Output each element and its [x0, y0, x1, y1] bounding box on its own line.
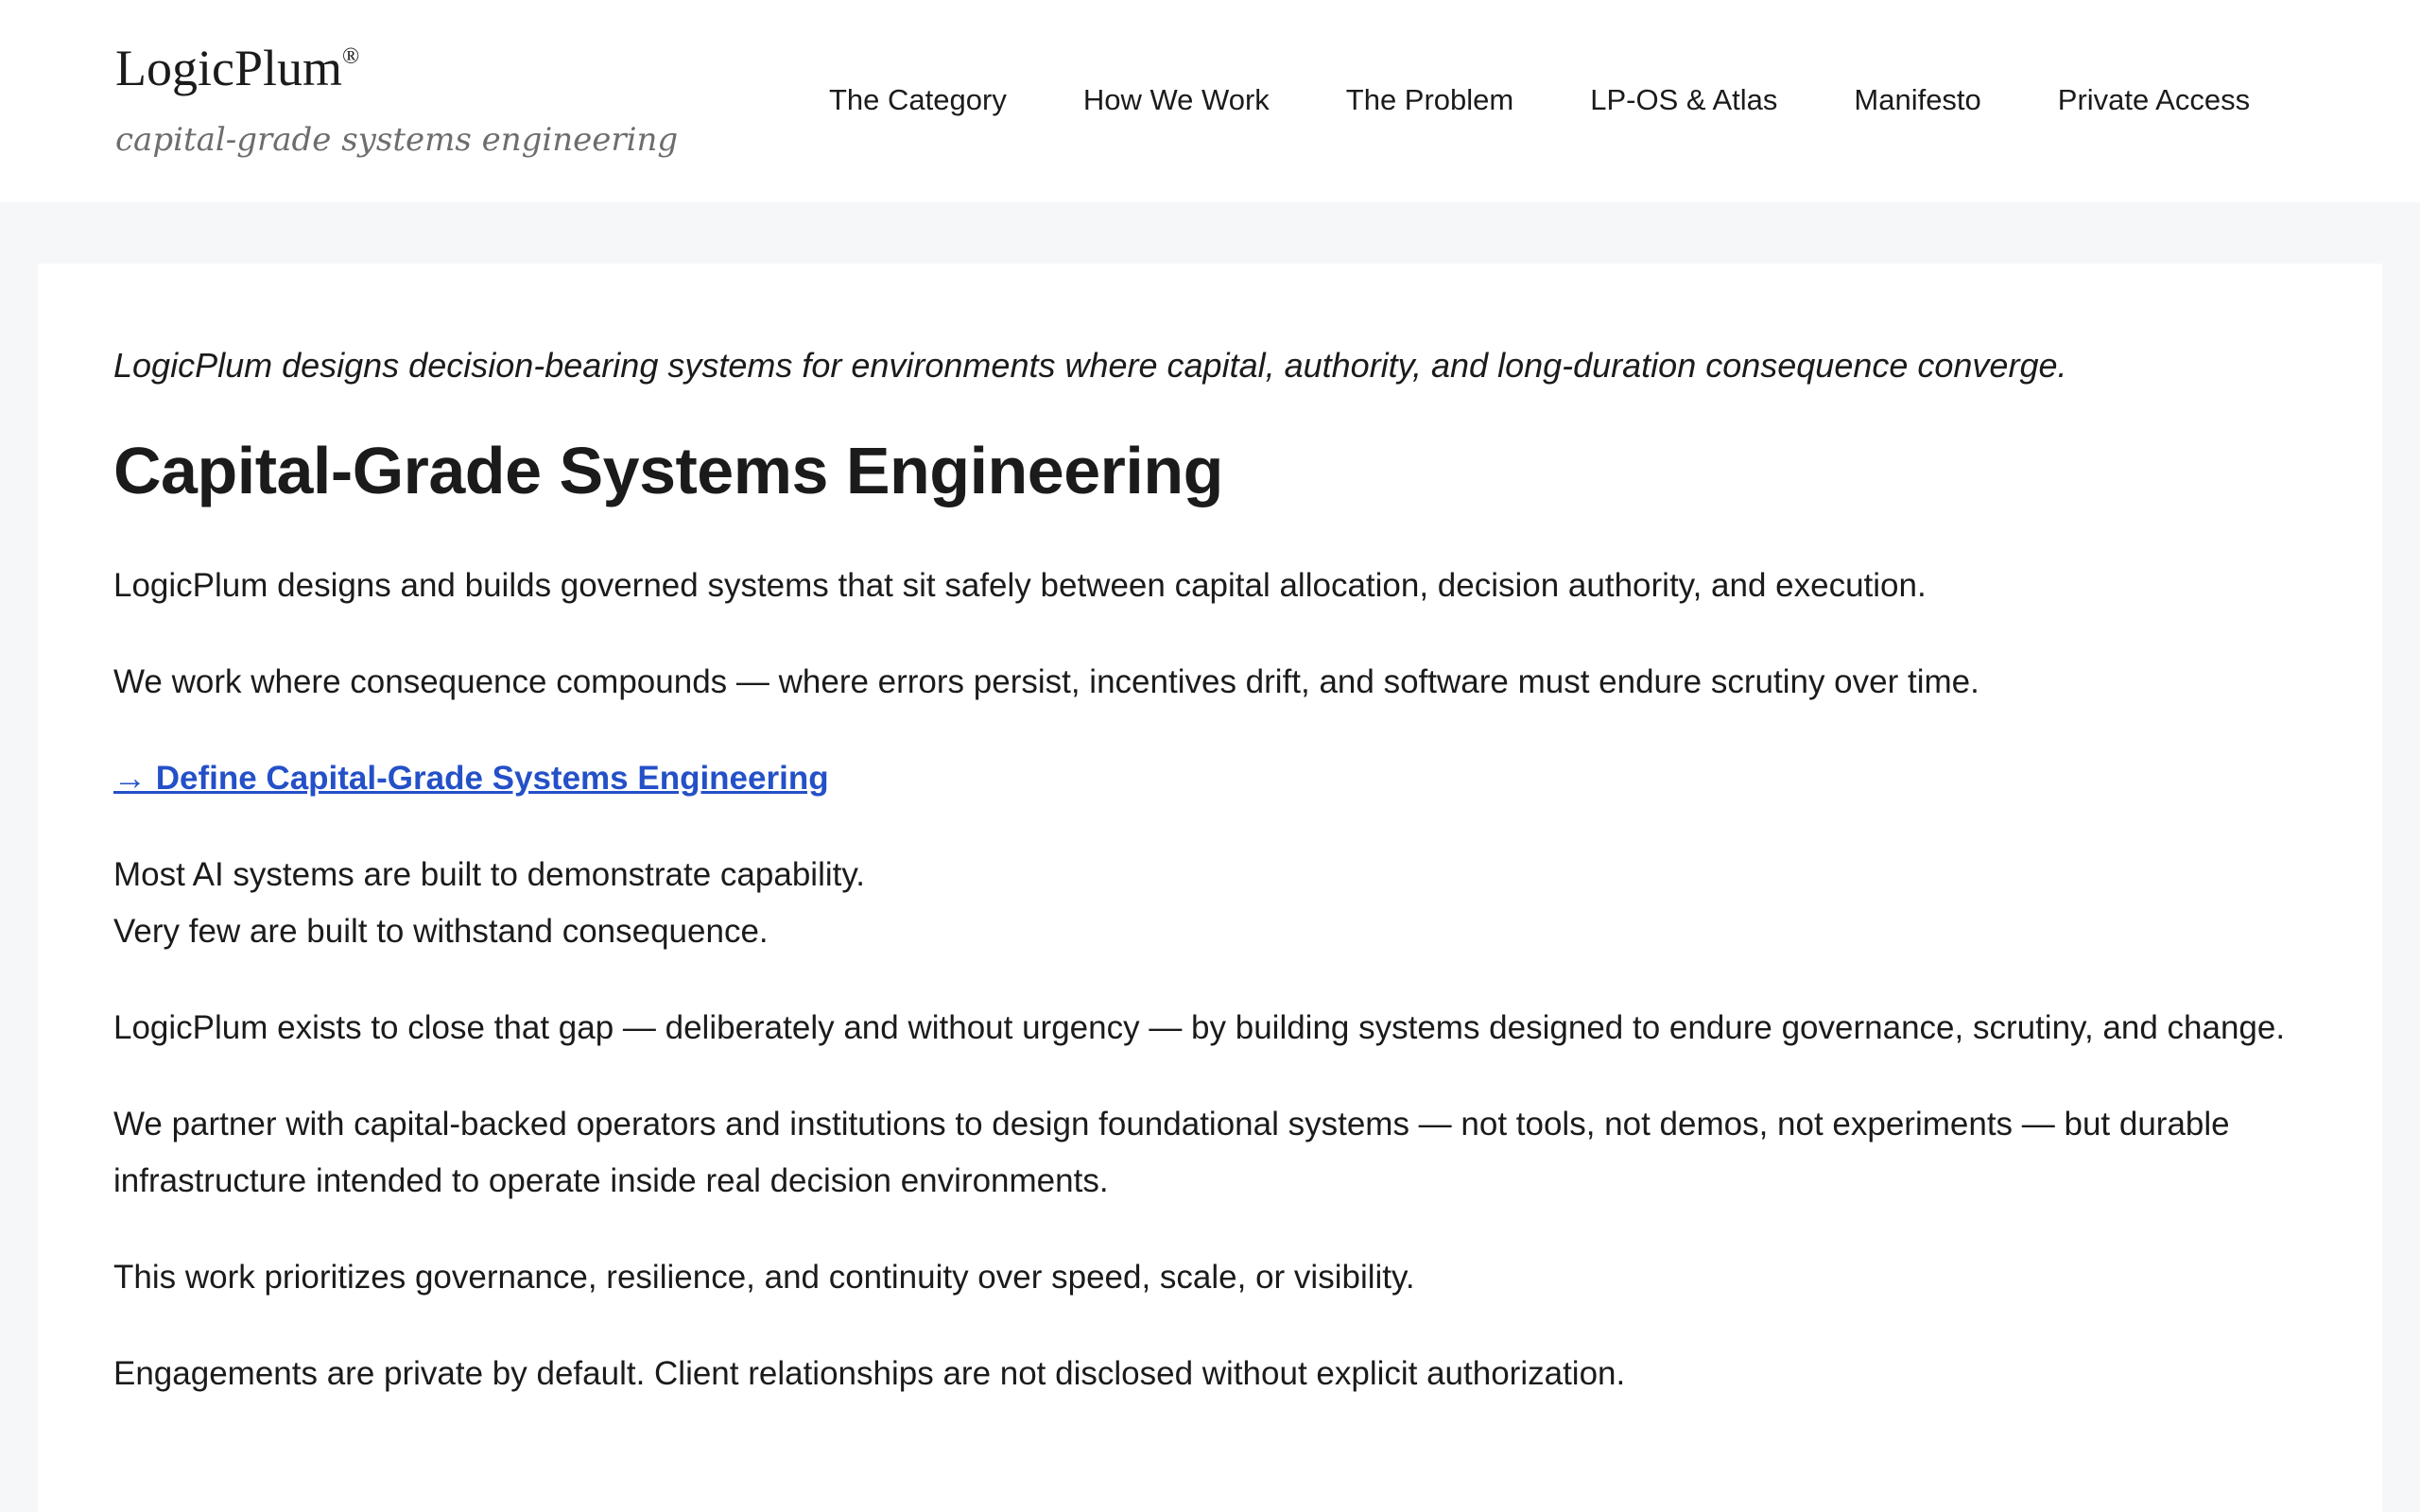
capability-line-2: Very few are built to withstand conseque…	[113, 913, 769, 950]
nav-item-how-we-work[interactable]: How We Work	[1083, 77, 1270, 123]
logo[interactable]: LogicPlum®	[115, 25, 678, 104]
registered-mark: ®	[342, 44, 360, 69]
nav-item-private-access[interactable]: Private Access	[2058, 77, 2250, 123]
nav-item-the-category[interactable]: The Category	[829, 77, 1007, 123]
capability-line-1: Most AI systems are built to demonstrate…	[113, 856, 865, 893]
brand[interactable]: LogicPlum® capital-grade systems enginee…	[115, 25, 678, 159]
site-header: LogicPlum® capital-grade systems enginee…	[0, 0, 2420, 202]
site-tagline: capital-grade systems engineering	[115, 121, 679, 159]
nav-item-manifesto[interactable]: Manifesto	[1854, 77, 1980, 123]
logo-text: LogicPlum	[115, 40, 342, 96]
paragraph-governed-systems: LogicPlum designs and builds governed sy…	[113, 567, 1927, 604]
paragraph-close-gap: LogicPlum exists to close that gap — del…	[113, 1009, 2286, 1046]
paragraph-consequence: We work where consequence compounds — wh…	[113, 663, 1979, 700]
paragraph-engagements: Engagements are private by default. Clie…	[113, 1355, 1626, 1392]
article-body: LogicPlum designs decision-bearing syste…	[113, 343, 2344, 1402]
paragraph-capability: Most AI systems are built to demonstrate…	[113, 847, 2344, 960]
paragraph-priorities: This work prioritizes governance, resili…	[113, 1259, 1415, 1296]
paragraph-partners: We partner with capital-backed operators…	[113, 1106, 2230, 1199]
intro-statement: LogicPlum designs decision-bearing syste…	[113, 346, 2067, 385]
page-title: Capital-Grade Systems Engineering	[113, 434, 1223, 507]
nav-item-lp-os-atlas[interactable]: LP-OS & Atlas	[1590, 77, 1777, 123]
nav-item-the-problem[interactable]: The Problem	[1346, 77, 1513, 123]
main-nav: The Category How We Work The Problem LP-…	[829, 77, 2420, 123]
define-cgse-link[interactable]: → Define Capital-Grade Systems Engineeri…	[113, 750, 829, 807]
content-card: LogicPlum designs decision-bearing syste…	[38, 264, 2382, 1512]
